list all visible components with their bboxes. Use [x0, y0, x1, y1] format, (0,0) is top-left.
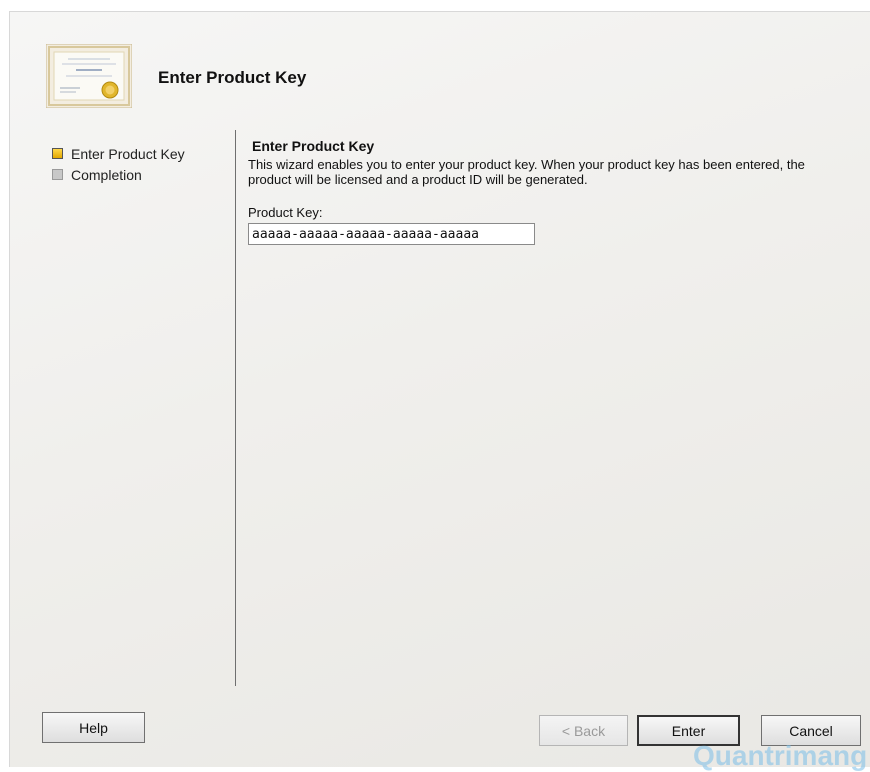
inactive-step-icon: [52, 169, 63, 180]
help-button[interactable]: Help: [42, 712, 145, 743]
back-button[interactable]: < Back: [539, 715, 628, 746]
wizard-window: Enter Product Key Enter Product Key Comp…: [9, 11, 870, 771]
active-step-icon: [52, 148, 63, 159]
product-key-input[interactable]: [248, 223, 535, 245]
product-key-label: Product Key:: [248, 205, 323, 220]
content-description: This wizard enables you to enter your pr…: [248, 157, 805, 187]
certificate-icon: [46, 44, 132, 108]
step-label: Enter Product Key: [71, 145, 185, 162]
wizard-header-title: Enter Product Key: [158, 68, 307, 87]
step-divider: [235, 130, 236, 686]
content-panel: Enter Product Key This wizard enables yo…: [248, 138, 828, 245]
wizard-step-list: Enter Product Key Completion: [52, 143, 185, 185]
step-enter-product-key[interactable]: Enter Product Key: [52, 143, 185, 164]
content-title: Enter Product Key: [252, 138, 375, 154]
enter-button[interactable]: Enter: [637, 715, 740, 746]
step-completion[interactable]: Completion: [52, 164, 185, 185]
cancel-button[interactable]: Cancel: [761, 715, 861, 746]
step-label: Completion: [71, 166, 142, 183]
